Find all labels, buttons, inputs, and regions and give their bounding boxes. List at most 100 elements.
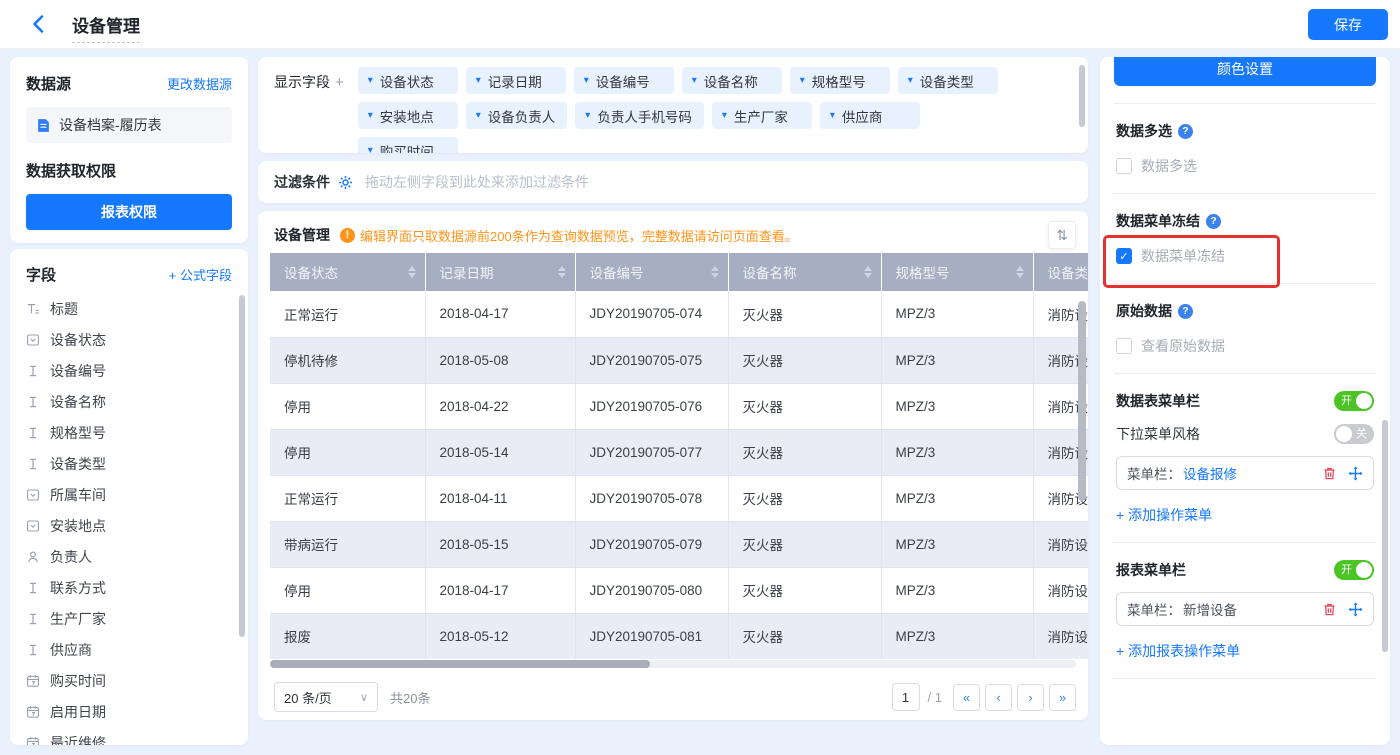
table-cell: 报废: [270, 613, 426, 659]
sort-carets-icon[interactable]: [710, 266, 719, 278]
multi-select-checkbox-label: 数据多选: [1141, 158, 1197, 174]
field-item[interactable]: 生产厂家: [26, 603, 232, 634]
display-field-tag[interactable]: ▾ 设备状态: [357, 67, 458, 94]
first-page-button[interactable]: «: [953, 683, 980, 711]
display-field-tag[interactable]: ▾ 规格型号: [789, 67, 890, 94]
field-item[interactable]: 购买时间: [26, 665, 232, 696]
sort-carets-icon[interactable]: [557, 266, 566, 278]
menu-freeze-checkbox[interactable]: ✓: [1116, 248, 1132, 264]
fields-heading: 字段: [26, 267, 57, 284]
field-item[interactable]: 供应商: [26, 634, 232, 665]
last-page-button[interactable]: »: [1049, 683, 1076, 711]
sort-carets-icon[interactable]: [863, 266, 872, 278]
add-report-action-menu-link[interactable]: + 添加报表操作菜单: [1116, 641, 1240, 661]
field-item[interactable]: 负责人: [26, 541, 232, 572]
table-cell: MPZ/3: [881, 475, 1034, 522]
table-menu-item[interactable]: 菜单栏： 设备报修: [1116, 456, 1374, 490]
display-field-tag[interactable]: ▾ 设备负责人: [465, 102, 568, 129]
table-header-row: 设备状态记录日期设备编号设备名称规格型号设备类型: [270, 253, 1088, 291]
field-item[interactable]: 所属车间: [26, 479, 232, 510]
field-item[interactable]: 标题: [26, 293, 232, 324]
filter-gear-icon[interactable]: [338, 175, 353, 190]
table-row: 停用2018-04-17JDY20190705-080灭火器MPZ/3消防设备: [270, 567, 1088, 614]
report-menu-item-name[interactable]: 新增设备: [1183, 599, 1237, 619]
field-list: 标题 设备状态 设备编号 设备名称 规格型号 设备类型 所属车间 安装地点 负责人 联系方式 生产厂…: [26, 293, 232, 745]
report-menu-toggle[interactable]: 开: [1334, 560, 1374, 580]
help-icon[interactable]: ?: [1178, 123, 1193, 139]
column-header[interactable]: 记录日期: [425, 253, 576, 291]
table-vertical-scrollbar[interactable]: [1078, 301, 1086, 501]
column-header[interactable]: 设备编号: [575, 253, 729, 291]
column-header[interactable]: 设备名称: [728, 253, 882, 291]
help-icon[interactable]: ?: [1206, 213, 1221, 229]
report-menu-item[interactable]: 菜单栏： 新增设备: [1116, 592, 1374, 626]
dropdown-style-toggle[interactable]: 关: [1334, 424, 1374, 444]
display-field-tag[interactable]: ▾ 购买时间: [357, 137, 458, 153]
table-cell: 2018-04-11: [425, 475, 576, 522]
datasource-panel: 数据源 更改数据源 设备档案-履历表 数据获取权限 报表权限: [10, 57, 248, 243]
delete-icon[interactable]: [1322, 466, 1337, 481]
display-fields-scrollbar[interactable]: [1079, 65, 1085, 127]
field-item[interactable]: 设备编号: [26, 355, 232, 386]
display-field-tag[interactable]: ▾ 负责人手机号码: [575, 102, 704, 129]
field-item[interactable]: 最近维修: [26, 727, 232, 745]
prev-page-button[interactable]: ‹: [985, 683, 1012, 711]
display-field-tag[interactable]: ▾ 设备编号: [573, 67, 674, 94]
raw-data-checkbox[interactable]: [1116, 338, 1132, 354]
display-field-tag[interactable]: ▾ 设备类型: [897, 67, 998, 94]
add-formula-field-link[interactable]: + 公式字段: [169, 265, 232, 284]
table-cell: MPZ/3: [881, 521, 1034, 568]
table-row: 停机待修2018-05-08JDY20190705-075灭火器MPZ/3消防设…: [270, 337, 1088, 384]
field-item[interactable]: 设备名称: [26, 386, 232, 417]
form-doc-icon: [36, 118, 51, 133]
display-field-tag[interactable]: ▾ 供应商: [819, 102, 920, 129]
fields-scrollbar[interactable]: [239, 295, 245, 637]
raw-data-checkbox-label: 查看原始数据: [1141, 338, 1225, 354]
page-number-input[interactable]: [891, 683, 920, 711]
display-field-tag[interactable]: ▾ 设备名称: [681, 67, 782, 94]
move-icon[interactable]: [1348, 465, 1363, 481]
change-datasource-link[interactable]: 更改数据源: [167, 74, 232, 93]
text-icon: [26, 426, 40, 440]
dropdown-triangle-icon: ▾: [907, 74, 913, 86]
table-menu-item-name[interactable]: 设备报修: [1183, 463, 1237, 483]
column-header[interactable]: 规格型号: [881, 253, 1034, 291]
chevron-down-icon: ∨: [359, 691, 368, 704]
help-icon[interactable]: ?: [1178, 303, 1193, 319]
field-item[interactable]: 安装地点: [26, 510, 232, 541]
save-button[interactable]: 保存: [1308, 9, 1388, 40]
multi-select-checkbox[interactable]: [1116, 158, 1132, 174]
table-cell: 2018-05-15: [425, 521, 576, 568]
add-action-menu-link[interactable]: + 添加操作菜单: [1116, 505, 1212, 525]
display-field-tag[interactable]: ▾ 生产厂家: [711, 102, 812, 129]
sort-carets-icon[interactable]: [1015, 266, 1024, 278]
back-icon[interactable]: [28, 13, 50, 35]
filter-placeholder: 拖动左侧字段到此处来添加过滤条件: [365, 174, 589, 190]
field-item[interactable]: 设备状态: [26, 324, 232, 355]
table-horizontal-scrollbar[interactable]: [270, 660, 650, 668]
table-row: 报废2018-05-12JDY20190705-081灭火器MPZ/3消防设备: [270, 613, 1088, 659]
datasource-heading: 数据源: [26, 76, 72, 93]
sort-button[interactable]: ⇅: [1048, 221, 1076, 249]
data-table: 设备状态记录日期设备编号设备名称规格型号设备类型 正常运行2018-04-17J…: [270, 253, 1088, 659]
color-settings-button[interactable]: 颜色设置: [1114, 57, 1376, 86]
datasource-item[interactable]: 设备档案-履历表: [26, 107, 232, 143]
display-field-tag[interactable]: ▾ 安装地点: [357, 102, 458, 129]
field-item[interactable]: 规格型号: [26, 417, 232, 448]
settings-scrollbar[interactable]: [1382, 420, 1388, 652]
field-item[interactable]: 启用日期: [26, 696, 232, 727]
table-menu-toggle[interactable]: 开: [1334, 391, 1374, 411]
add-display-field-button[interactable]: +: [335, 74, 344, 91]
column-header[interactable]: 设备状态: [270, 253, 426, 291]
report-permission-button[interactable]: 报表权限: [26, 194, 232, 230]
field-item[interactable]: 联系方式: [26, 572, 232, 603]
sort-carets-icon[interactable]: [407, 266, 416, 278]
next-page-button[interactable]: ›: [1017, 683, 1044, 711]
display-field-tag[interactable]: ▾ 记录日期: [465, 67, 566, 94]
delete-icon[interactable]: [1322, 602, 1337, 617]
move-icon[interactable]: [1348, 601, 1363, 617]
field-item[interactable]: 设备类型: [26, 448, 232, 479]
page-size-select[interactable]: 20 条/页 ∨: [274, 682, 378, 712]
column-header[interactable]: 设备类型: [1033, 253, 1088, 291]
report-panel: 设备管理 ! 编辑界面只取数据源前200条作为查询数据预览，完整数据请访问页面查…: [258, 211, 1088, 720]
